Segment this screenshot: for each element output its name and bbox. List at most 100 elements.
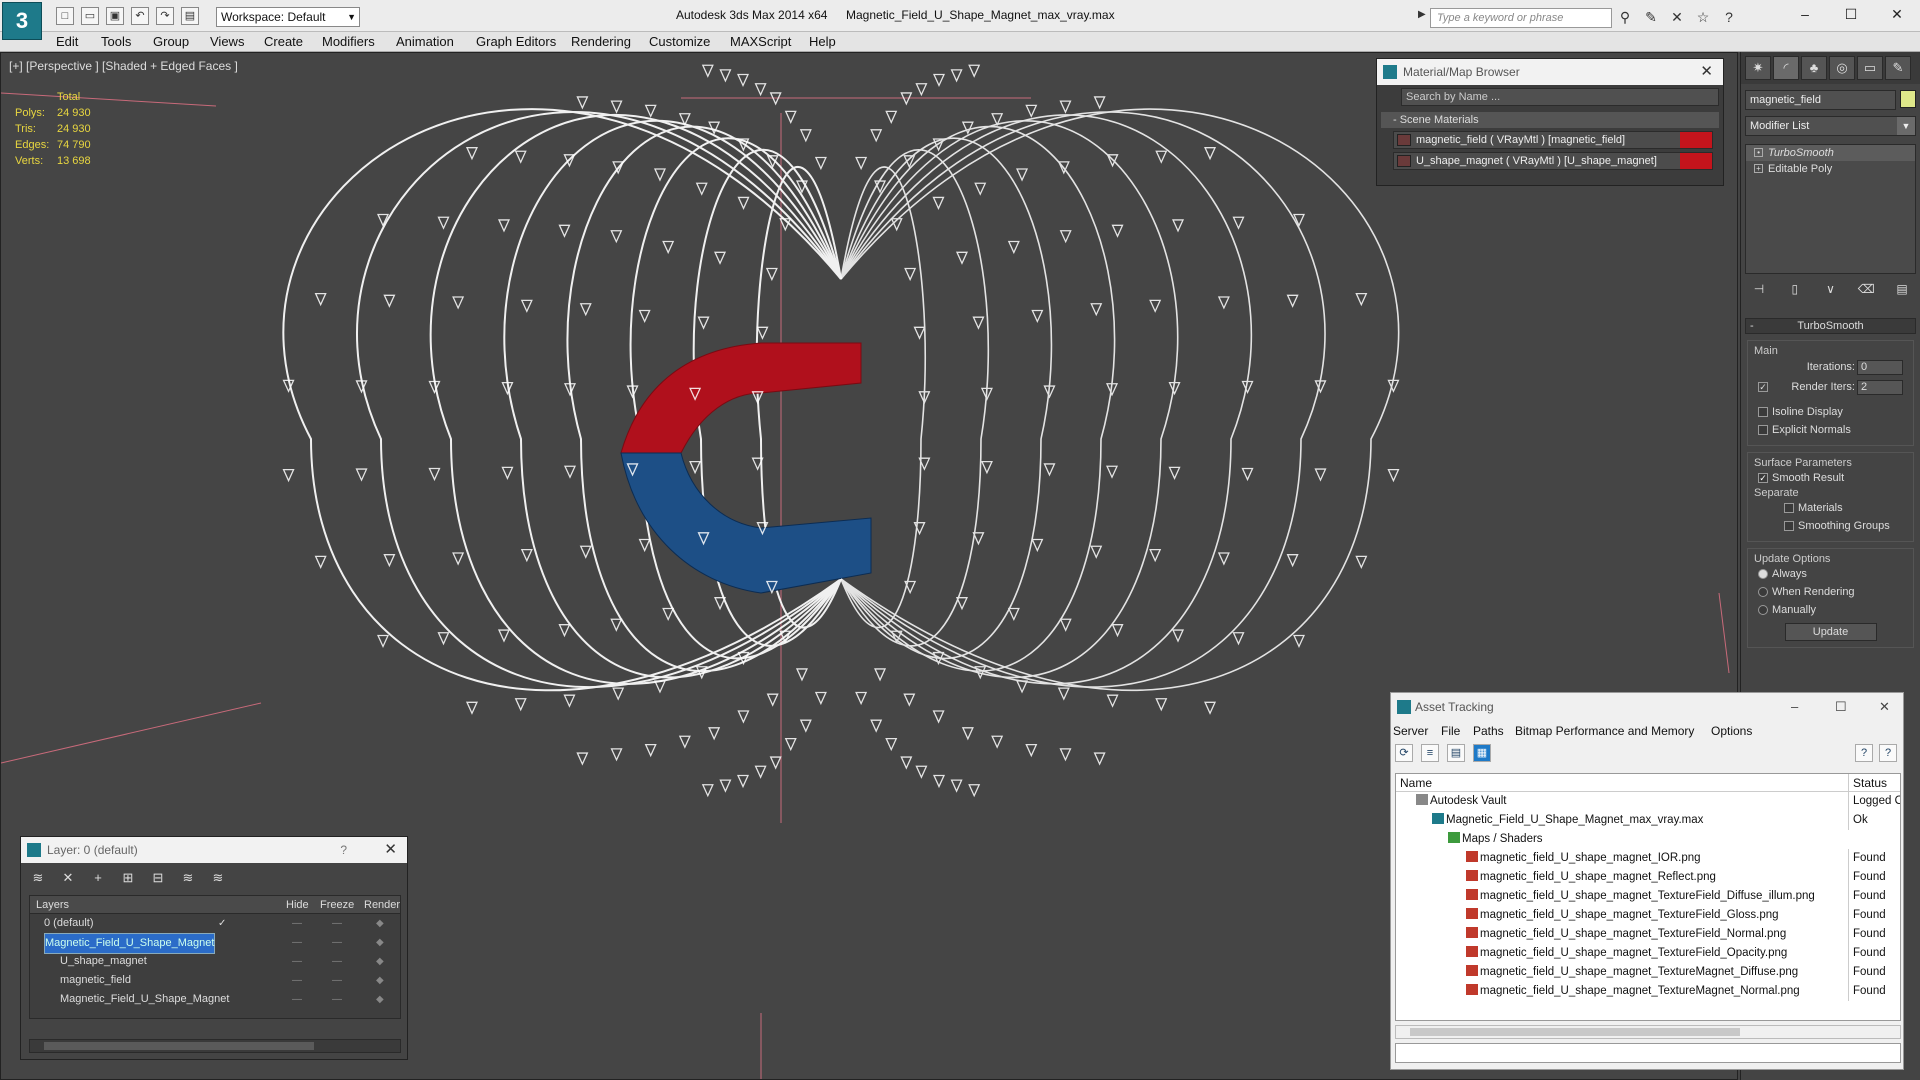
layer-explorer-header[interactable]: Layer: 0 (default) ? ✕ — [21, 837, 407, 863]
menu-rendering[interactable]: Rendering — [571, 34, 631, 49]
render-iters-checkbox[interactable]: ✓ — [1758, 382, 1768, 392]
layer-name[interactable]: 0 (default) — [44, 914, 94, 933]
freeze-toggle[interactable]: — — [332, 990, 342, 1009]
hide-toggle[interactable]: — — [292, 933, 302, 952]
menu-paths[interactable]: Paths — [1473, 721, 1504, 741]
asset-row[interactable]: magnetic_field_U_shape_magnet_Reflect.pn… — [1396, 868, 1900, 887]
close-icon[interactable]: ✕ — [384, 837, 397, 863]
new-file-icon[interactable]: □ — [56, 7, 74, 25]
show-end-result-icon[interactable]: ▯ — [1785, 282, 1805, 300]
smooth-result-checkbox[interactable]: ✓ Smooth Result — [1748, 469, 1913, 487]
update-button[interactable]: Update — [1784, 623, 1877, 641]
name-column-header[interactable]: Name — [1400, 774, 1432, 792]
current-layer-check[interactable]: ✓ — [218, 914, 226, 933]
close-icon[interactable]: ✕ — [1879, 693, 1890, 721]
object-name-input[interactable]: magnetic_field — [1745, 90, 1896, 110]
highlight-layer-icon[interactable]: ⊟ — [149, 869, 167, 887]
layer-row[interactable]: magnetic_field — — ◆ — [30, 971, 400, 990]
menu-bitmap-performance[interactable]: Bitmap Performance and Memory — [1515, 721, 1694, 741]
undo-icon[interactable]: ↶ — [131, 7, 149, 25]
menu-graph-editors[interactable]: Graph Editors — [476, 34, 556, 49]
freeze-column-header[interactable]: Freeze — [320, 896, 354, 914]
select-in-layer-icon[interactable]: ⊞ — [119, 869, 137, 887]
scene-materials-section[interactable]: - Scene Materials — [1381, 112, 1719, 128]
turbosmooth-rollout-header[interactable]: - TurboSmooth — [1745, 318, 1916, 334]
exchange-icon[interactable]: ✕ — [1668, 8, 1686, 26]
render-iters-spinner[interactable]: 2 — [1857, 380, 1903, 395]
update-when-rendering-radio[interactable]: When Rendering — [1748, 583, 1913, 601]
asset-row[interactable]: magnetic_field_U_shape_magnet_TextureFie… — [1396, 887, 1900, 906]
material-row[interactable]: magnetic_field ( VRayMtl ) [magnetic_fie… — [1393, 131, 1713, 149]
menu-modifiers[interactable]: Modifiers — [322, 34, 375, 49]
minimize-icon[interactable]: – — [1782, 0, 1828, 30]
separate-materials-checkbox[interactable]: Materials — [1748, 499, 1913, 517]
scrollbar-thumb[interactable] — [44, 1042, 314, 1050]
utilities-tab-icon[interactable]: ✎ — [1885, 56, 1911, 80]
open-file-icon[interactable]: ▭ — [81, 7, 99, 25]
configure-modifier-sets-icon[interactable]: ▤ — [1892, 282, 1912, 300]
binoculars-icon[interactable]: ⚲ — [1616, 8, 1634, 26]
material-row[interactable]: U_shape_magnet ( VRayMtl ) [U_shape_magn… — [1393, 152, 1713, 170]
asset-row[interactable]: Autodesk Vault Logged O — [1396, 792, 1900, 811]
freeze-toggle[interactable]: — — [332, 971, 342, 990]
maximize-icon[interactable]: ☐ — [1835, 693, 1847, 721]
viewport-label[interactable]: [+] [Perspective ] [Shaded + Edged Faces… — [9, 59, 238, 73]
layer-horizontal-scrollbar[interactable] — [29, 1039, 401, 1053]
separate-smoothing-groups-checkbox[interactable]: Smoothing Groups — [1748, 517, 1913, 535]
redo-icon[interactable]: ↷ — [156, 7, 174, 25]
menu-server[interactable]: Server — [1393, 721, 1428, 741]
freeze-toggle[interactable]: — — [332, 914, 342, 933]
close-icon[interactable]: ✕ — [1874, 0, 1920, 30]
hide-toggle[interactable]: — — [292, 914, 302, 933]
search-expand-icon[interactable]: ▶ — [1418, 9, 1426, 20]
lightbulb-icon[interactable]: • — [1754, 148, 1763, 157]
hide-toggle[interactable]: — — [292, 990, 302, 1009]
delete-layer-icon[interactable]: ✕ — [59, 869, 77, 887]
add-layer-icon[interactable]: + — [89, 869, 107, 887]
isoline-display-checkbox[interactable]: Isoline Display — [1748, 403, 1913, 421]
list-view-icon[interactable]: ≡ — [1421, 744, 1439, 762]
explicit-normals-checkbox[interactable]: Explicit Normals — [1748, 421, 1913, 439]
app-logo-button[interactable]: 3 — [2, 2, 42, 40]
help-icon[interactable]: ? — [1720, 8, 1738, 26]
asset-row[interactable]: magnetic_field_U_shape_magnet_TextureMag… — [1396, 963, 1900, 982]
stack-item-editable-poly[interactable]: + Editable Poly — [1746, 161, 1915, 177]
close-icon[interactable]: ✕ — [1700, 59, 1713, 85]
scrollbar-thumb[interactable] — [1410, 1028, 1740, 1036]
maximize-icon[interactable]: ☐ — [1828, 0, 1874, 30]
magnet-north-pole[interactable] — [620, 342, 862, 454]
update-always-radio[interactable]: Always — [1748, 565, 1913, 583]
asset-row[interactable]: magnetic_field_U_shape_magnet_TextureFie… — [1396, 944, 1900, 963]
menu-maxscript[interactable]: MAXScript — [730, 34, 791, 49]
layer-name[interactable]: Magnetic_Field_U_Shape_Magnet — [60, 990, 229, 1009]
remove-modifier-icon[interactable]: ⌫ — [1856, 282, 1876, 300]
vault-help-icon[interactable]: ? — [1855, 744, 1873, 762]
hide-all-icon[interactable]: ≋ — [179, 869, 197, 887]
layer-row[interactable]: U_shape_magnet — — ◆ — [30, 952, 400, 971]
iterations-spinner[interactable]: 0 — [1857, 360, 1903, 375]
layer-row[interactable]: 0 (default) ✓ — — ◆ — [30, 914, 400, 933]
status-column-header[interactable]: Status — [1848, 774, 1887, 792]
menu-tools[interactable]: Tools — [101, 34, 131, 49]
menu-options[interactable]: Options — [1711, 721, 1752, 741]
update-manually-radio[interactable]: Manually — [1748, 601, 1913, 619]
display-tab-icon[interactable]: ▭ — [1857, 56, 1883, 80]
layer-name[interactable]: U_shape_magnet — [60, 952, 147, 971]
freeze-toggle[interactable]: — — [332, 952, 342, 971]
layer-row[interactable]: Magnetic_Field_U_Shape_Magnet — — ◆ — [30, 933, 400, 954]
render-toggle[interactable]: ◆ — [376, 933, 384, 952]
asset-row[interactable]: magnetic_field_U_shape_magnet_IOR.png Fou… — [1396, 849, 1900, 868]
freeze-all-icon[interactable]: ≋ — [209, 869, 227, 887]
render-toggle[interactable]: ◆ — [376, 914, 384, 933]
save-file-icon[interactable]: ▣ — [106, 7, 124, 25]
make-unique-icon[interactable]: ∨ — [1821, 282, 1841, 300]
render-column-header[interactable]: Render — [364, 896, 400, 914]
asset-row[interactable]: magnetic_field_U_shape_magnet_TextureMag… — [1396, 982, 1900, 1001]
keyword-search-input[interactable]: Type a keyword or phrase — [1430, 8, 1612, 28]
freeze-toggle[interactable]: — — [332, 933, 342, 952]
modify-tab-icon[interactable]: ◜ — [1773, 56, 1799, 80]
pin-stack-icon[interactable]: ⊣ — [1749, 282, 1769, 300]
modifier-list-dropdown[interactable]: Modifier List ▼ — [1745, 116, 1916, 136]
project-folder-icon[interactable]: ▤ — [181, 7, 199, 25]
workspace-dropdown[interactable]: Workspace: Default ▼ — [216, 7, 360, 27]
